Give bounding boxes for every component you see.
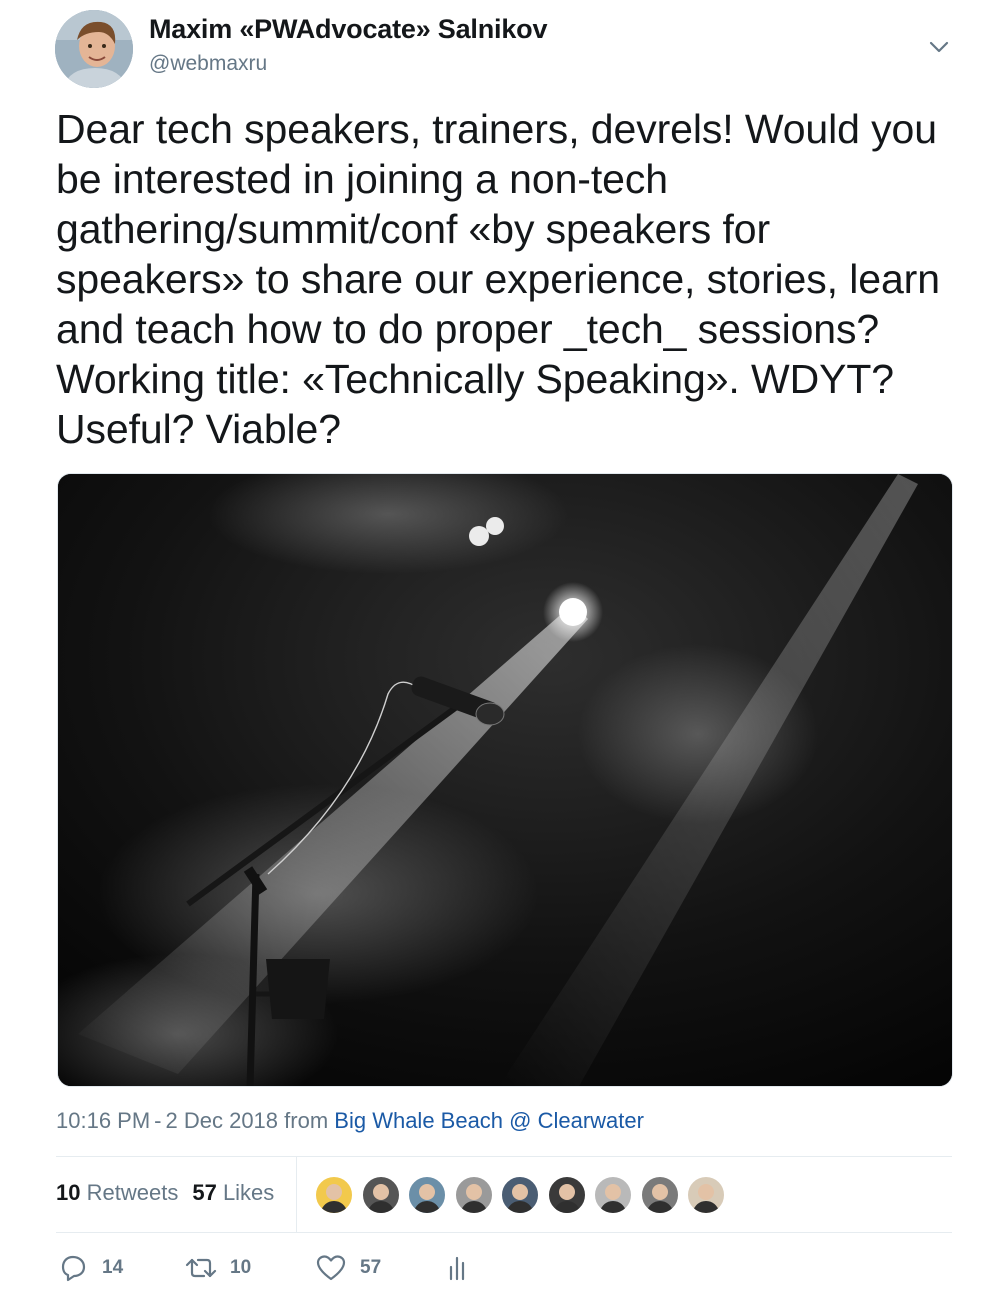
retweet-button[interactable]: 10 bbox=[184, 1250, 251, 1286]
tweet-stats: 10 Retweets 57 Likes bbox=[56, 1180, 274, 1206]
liker-avatar[interactable] bbox=[314, 1175, 354, 1215]
likes-count: 57 bbox=[192, 1180, 217, 1205]
tweet-date[interactable]: 2 Dec 2018 bbox=[166, 1108, 279, 1133]
liker-avatar[interactable] bbox=[639, 1175, 680, 1215]
divider bbox=[56, 1232, 952, 1233]
retweets-label: Retweets bbox=[86, 1180, 179, 1205]
liker-avatar[interactable] bbox=[686, 1175, 726, 1215]
liker-avatar[interactable] bbox=[593, 1175, 633, 1215]
location-link[interactable]: Big Whale Beach @ Clearwater bbox=[334, 1108, 644, 1133]
liker-avatar[interactable] bbox=[453, 1175, 494, 1215]
retweet-icon bbox=[185, 1258, 217, 1278]
meta-separator: - bbox=[154, 1108, 162, 1133]
liker-avatar[interactable] bbox=[360, 1175, 401, 1215]
tweet-time[interactable]: 10:16 PM bbox=[56, 1108, 150, 1133]
author-handle[interactable]: @webmaxru bbox=[149, 52, 267, 76]
liker-avatar[interactable] bbox=[500, 1175, 540, 1215]
author-display-name[interactable]: Maxim «PWAdvocate» Salnikov bbox=[149, 14, 547, 45]
retweets-stat[interactable]: 10 Retweets bbox=[56, 1180, 178, 1206]
retweets-count: 10 bbox=[56, 1180, 81, 1205]
likes-label: Likes bbox=[222, 1180, 275, 1205]
analytics-button[interactable] bbox=[442, 1250, 472, 1286]
retweet-count: 10 bbox=[230, 1257, 252, 1278]
like-count: 57 bbox=[360, 1257, 382, 1278]
reply-button[interactable]: 14 bbox=[56, 1250, 123, 1286]
from-label: from bbox=[284, 1108, 329, 1133]
tweet-text: Dear tech speakers, trainers, devrels! W… bbox=[56, 106, 940, 452]
likes-stat[interactable]: 57 Likes bbox=[192, 1180, 274, 1206]
stats-divider bbox=[296, 1157, 297, 1233]
chevron-down-icon[interactable] bbox=[926, 34, 952, 60]
liker-avatar[interactable] bbox=[407, 1175, 447, 1215]
reply-count: 14 bbox=[102, 1257, 124, 1278]
divider bbox=[56, 1156, 952, 1157]
reply-icon bbox=[61, 1255, 86, 1282]
tweet-timestamp: 10:16 PM -2 Dec 2018 from Big Whale Beach… bbox=[56, 1108, 644, 1134]
tweet: Maxim «PWAdvocate» Salnikov @webmaxru De… bbox=[0, 0, 1006, 1300]
avatar[interactable] bbox=[55, 10, 133, 88]
like-button[interactable]: 57 bbox=[314, 1250, 381, 1286]
analytics-icon bbox=[449, 1256, 465, 1281]
tweet-photo[interactable] bbox=[57, 473, 953, 1087]
liker-avatar[interactable] bbox=[546, 1175, 587, 1215]
heart-icon bbox=[316, 1255, 346, 1281]
